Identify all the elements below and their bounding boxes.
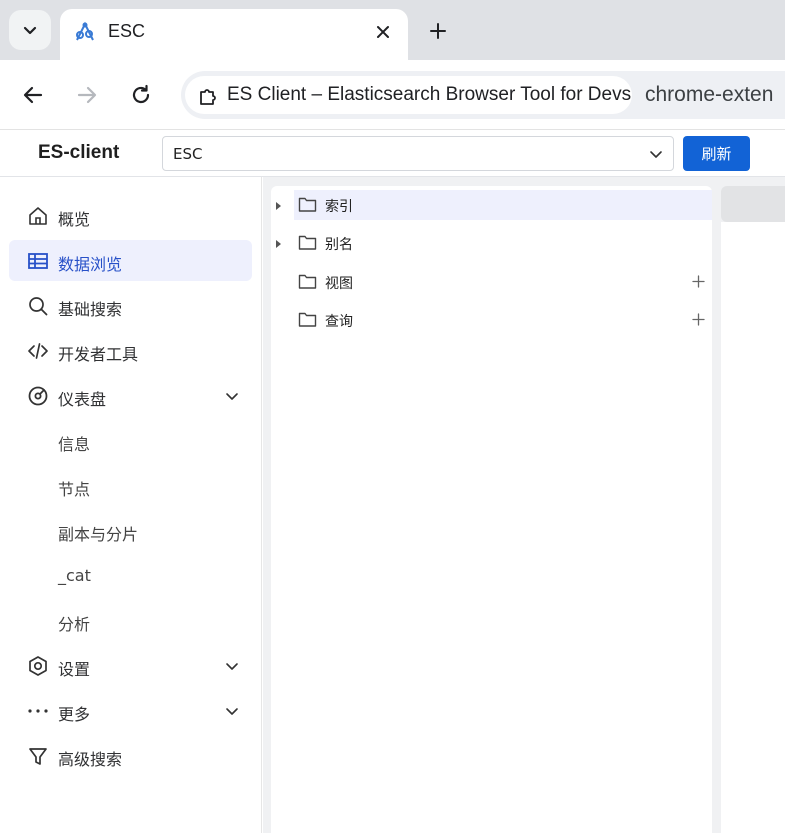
arrow-right-icon: [77, 86, 97, 104]
site-info-chip[interactable]: ES Client – Elasticsearch Browser Tool f…: [185, 76, 632, 114]
code-icon: [28, 343, 48, 359]
refresh-button[interactable]: 刷新: [683, 136, 750, 171]
tab-search-button[interactable]: [9, 10, 51, 50]
sidebar-item-shards[interactable]: 副本与分片: [9, 510, 252, 551]
forward-button[interactable]: [74, 82, 100, 108]
new-tab-button[interactable]: [424, 17, 452, 45]
chevron-down-icon: [226, 708, 238, 715]
search-icon: [29, 297, 48, 316]
chevron-down-icon: [226, 393, 238, 400]
tab-close-button[interactable]: [372, 21, 394, 43]
sidebar-item-info[interactable]: 信息: [9, 420, 252, 461]
browser-toolbar: ES Client – Elasticsearch Browser Tool f…: [0, 60, 785, 130]
tree-node-label: 视图: [325, 276, 353, 292]
sidebar-item-label: _cat: [58, 566, 91, 585]
caret-right-icon[interactable]: [276, 240, 281, 248]
home-icon: [29, 207, 47, 225]
tree-node-label: 查询: [325, 314, 353, 330]
site-name: ES Client – Elasticsearch Browser Tool f…: [227, 84, 632, 105]
sidebar-item-analyze[interactable]: 分析: [9, 600, 252, 641]
sidebar-item-data-browse[interactable]: 数据浏览: [9, 240, 252, 281]
cluster-select[interactable]: ESC: [162, 136, 674, 171]
filter-icon: [29, 748, 47, 765]
sidebar-item-basic-search[interactable]: 基础搜索: [9, 285, 252, 326]
sidebar-item-advanced-search[interactable]: 高级搜索: [9, 735, 252, 776]
close-icon: [377, 26, 389, 38]
editor-panel: [721, 222, 785, 833]
sidebar-item-dashboard[interactable]: 仪表盘: [9, 375, 252, 416]
tree-node-views[interactable]: 视图: [271, 267, 712, 297]
sidebar-item-label: 基础搜索: [58, 300, 123, 319]
plus-icon: [430, 23, 446, 39]
sidebar-item-more[interactable]: 更多: [9, 690, 252, 731]
cluster-select-value: ESC: [173, 145, 203, 163]
sidebar-item-label: 信息: [58, 435, 91, 454]
app-header: ES-client ESC 刷新: [0, 130, 785, 177]
puzzle-icon: [200, 89, 216, 105]
plus-icon[interactable]: [691, 312, 706, 327]
tree-node-label: 索引: [325, 199, 353, 215]
sidebar-item-nodes[interactable]: 节点: [9, 465, 252, 506]
sidebar-item-label: 仪表盘: [58, 390, 107, 409]
data-tree-panel: 索引 别名 视图 查询: [271, 186, 712, 833]
chevron-down-icon: [650, 151, 662, 158]
settings-hexagon-icon: [29, 656, 47, 676]
sidebar-item-label: 高级搜索: [58, 750, 123, 769]
sidebar-item-label: 节点: [58, 480, 91, 499]
sidebar-item-label: 概览: [58, 210, 91, 229]
url-text[interactable]: chrome-exten: [645, 83, 773, 107]
tree-node-indices[interactable]: 索引: [271, 190, 712, 220]
browser-tab-strip: ESC: [0, 0, 785, 60]
sidebar-item-overview[interactable]: 概览: [9, 195, 252, 236]
chevron-down-icon: [23, 26, 37, 35]
tab-title: ESC: [108, 21, 146, 41]
chevron-down-icon: [226, 663, 238, 670]
sidebar-item-label: 开发者工具: [58, 345, 139, 364]
caret-right-icon[interactable]: [276, 202, 281, 210]
sidebar-item-label: 副本与分片: [58, 525, 139, 544]
folder-icon: [298, 197, 317, 212]
sidebar: 概览 数据浏览 基础搜索 开发者工具 仪表盘 信息 节点 副本与分片 _cat …: [0, 177, 262, 833]
browser-tab[interactable]: ESC: [60, 9, 408, 60]
address-bar[interactable]: ES Client – Elasticsearch Browser Tool f…: [181, 71, 785, 119]
esc-logo-icon: [76, 21, 94, 41]
tree-node-label: 别名: [325, 237, 353, 253]
tree-node-selection: [294, 190, 712, 220]
sidebar-item-dev-tools[interactable]: 开发者工具: [9, 330, 252, 371]
app-brand: ES-client: [38, 142, 120, 163]
tree-node-queries[interactable]: 查询: [271, 305, 712, 335]
tree-node-aliases[interactable]: 别名: [271, 228, 712, 258]
folder-icon: [298, 235, 317, 250]
sidebar-item-cat[interactable]: _cat: [9, 555, 252, 596]
arrow-left-icon: [23, 86, 43, 104]
folder-icon: [298, 312, 317, 327]
reload-button[interactable]: [128, 82, 154, 108]
editor-tabs-bar: [721, 186, 785, 222]
sidebar-item-label: 设置: [58, 660, 91, 679]
dashboard-icon: [28, 386, 48, 406]
back-button[interactable]: [20, 82, 46, 108]
table-icon: [28, 253, 48, 269]
plus-icon[interactable]: [691, 274, 706, 289]
sidebar-item-settings[interactable]: 设置: [9, 645, 252, 686]
folder-icon: [298, 274, 317, 289]
reload-icon: [132, 84, 150, 104]
sidebar-item-label: 数据浏览: [58, 255, 123, 274]
more-dots-icon: [28, 709, 48, 713]
sidebar-item-label: 分析: [58, 615, 91, 634]
sidebar-item-label: 更多: [58, 705, 91, 724]
